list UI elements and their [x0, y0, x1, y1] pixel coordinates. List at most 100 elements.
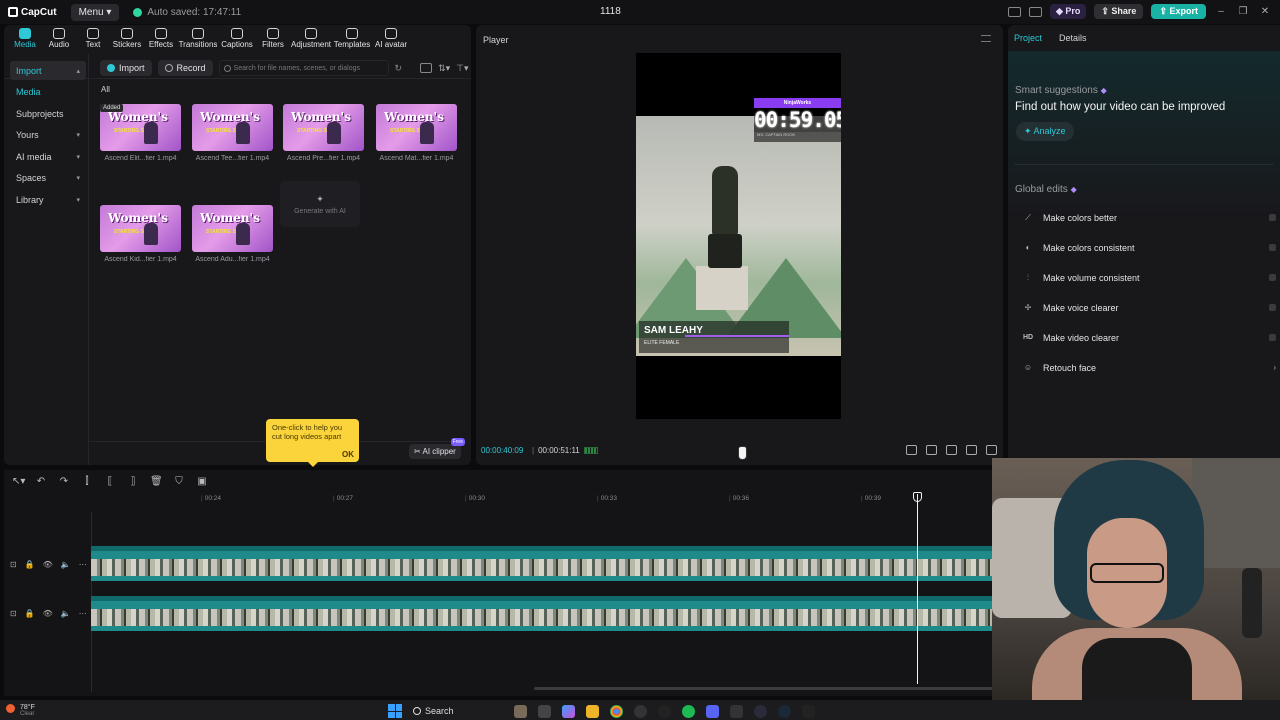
weather-widget[interactable]: 78°F Clear: [6, 704, 35, 718]
trim-right-icon[interactable]: ⟧: [127, 476, 139, 487]
maximize-icon[interactable]: ❐: [1236, 6, 1250, 17]
sidebar-item-import[interactable]: Import ▴: [10, 61, 86, 80]
record-button[interactable]: Record: [157, 60, 213, 76]
share-button[interactable]: ⇪ Share: [1094, 4, 1144, 19]
select-tool-icon[interactable]: ↖▾: [12, 476, 25, 487]
tab-ai-avatar[interactable]: AI avatar: [372, 28, 410, 53]
file-explorer-icon[interactable]: [586, 704, 599, 718]
media-thumb[interactable]: Women's STARTING SOON Ascend Pre...fier 1…: [283, 104, 364, 162]
quality-icon[interactable]: [926, 445, 937, 455]
eye-icon[interactable]: 👁: [43, 560, 53, 569]
tab-templates[interactable]: Templates: [332, 28, 372, 53]
edit-toggle[interactable]: [1269, 244, 1276, 251]
app-icon[interactable]: [730, 704, 743, 718]
edit-make-colors-better[interactable]: ⟋ Make colors better: [1018, 203, 1276, 233]
delete-icon[interactable]: 🗑: [150, 476, 163, 487]
tab-project[interactable]: Project: [1014, 33, 1042, 43]
edit-toggle[interactable]: [1269, 304, 1276, 311]
filter-all-label[interactable]: All: [101, 85, 110, 94]
video-preview[interactable]: NinjaWorks 00:59.05 MS. CAPTAIN ROOK SAM…: [636, 53, 841, 419]
tab-effects[interactable]: Effects: [144, 28, 178, 53]
edit-toggle[interactable]: [1269, 214, 1276, 221]
analyze-button[interactable]: ✦ Analyze: [1016, 122, 1074, 141]
sidebar-item-spaces[interactable]: Spaces ▾: [10, 169, 86, 188]
import-button[interactable]: Import: [100, 60, 152, 76]
freeze-icon[interactable]: ▣: [196, 476, 208, 487]
ratio-icon[interactable]: [966, 445, 977, 455]
project-title[interactable]: 1118: [600, 6, 621, 17]
media-thumb[interactable]: Women's STARTING SOON Ascend Mat...fier 1…: [376, 104, 457, 162]
search-input[interactable]: Search for file names, scenes, or dialog…: [218, 60, 389, 76]
media-thumb[interactable]: Women's STARTING SOON Ascend Kid...fier 1…: [100, 205, 181, 263]
discord-icon[interactable]: [706, 704, 719, 718]
sidebar-item-media[interactable]: Media: [10, 83, 86, 102]
tab-filters[interactable]: Filters: [256, 28, 290, 53]
crop-icon[interactable]: [906, 445, 917, 455]
sort-icon[interactable]: ⇅▾: [438, 63, 450, 74]
steam-icon[interactable]: [778, 704, 791, 718]
pro-button[interactable]: ◆ Pro: [1049, 4, 1087, 19]
edit-make-video-clearer[interactable]: HD Make video clearer: [1018, 323, 1276, 353]
edit-make-voice-clearer[interactable]: ✢ Make voice clearer: [1018, 293, 1276, 323]
lock-icon[interactable]: 🔒: [25, 609, 35, 618]
chrome-icon[interactable]: [610, 704, 623, 718]
tab-details[interactable]: Details: [1059, 33, 1087, 43]
menu-button[interactable]: Menu ▾: [70, 3, 120, 21]
app-icon[interactable]: [634, 704, 647, 718]
capcut-taskbar-icon[interactable]: [658, 704, 671, 718]
refresh-icon[interactable]: ↻: [395, 63, 403, 74]
sidebar-item-library[interactable]: Library ▾: [10, 190, 86, 209]
video-track-clip[interactable]: [91, 596, 992, 631]
undo-icon[interactable]: ↶: [35, 476, 47, 487]
capcut-app-icon[interactable]: [802, 704, 815, 718]
tab-text[interactable]: Text: [76, 28, 110, 53]
sidebar-item-yours[interactable]: Yours ▾: [10, 126, 86, 145]
split-icon[interactable]: ⫿: [81, 476, 93, 487]
media-thumb[interactable]: Women's STARTING SOON Added Ascend Elit..…: [100, 104, 181, 162]
generate-with-ai-button[interactable]: ✦ Generate with AI: [280, 181, 360, 227]
trim-left-icon[interactable]: ⟦: [104, 476, 116, 487]
edit-retouch-face[interactable]: ☺ Retouch face ›: [1018, 353, 1276, 383]
windows-start-icon[interactable]: [388, 704, 402, 718]
copilot-icon[interactable]: [562, 704, 575, 718]
more-icon[interactable]: ⋯: [79, 609, 87, 618]
obs-icon[interactable]: [754, 704, 767, 718]
cover-icon[interactable]: ⊡: [10, 560, 17, 569]
edit-make-colors-consistent[interactable]: ◐ Make colors consistent: [1018, 233, 1276, 263]
mute-icon[interactable]: 🔈: [61, 560, 71, 569]
cover-icon[interactable]: ⊡: [10, 609, 17, 618]
tab-adjustment[interactable]: Adjustment: [290, 28, 332, 53]
marker-icon[interactable]: ⛉: [173, 476, 185, 487]
tab-media[interactable]: Media: [8, 28, 42, 53]
lock-icon[interactable]: 🔒: [25, 560, 35, 569]
layout-icon[interactable]: [1007, 6, 1021, 17]
widgets-icon[interactable]: [514, 704, 527, 718]
video-track-clip[interactable]: [91, 546, 992, 581]
export-button[interactable]: ⇪ Export: [1151, 4, 1206, 19]
media-thumb[interactable]: Women's STARTING SOON Ascend Adu...fier 1…: [192, 205, 273, 263]
player-menu-icon[interactable]: [981, 35, 991, 42]
fullscreen-icon[interactable]: [986, 445, 997, 455]
task-view-icon[interactable]: [538, 704, 551, 718]
time-ruler[interactable]: 00:24 00:27 00:30 00:33 00:36 00:39: [91, 492, 991, 506]
timeline-scrollbar[interactable]: [534, 687, 994, 690]
eye-icon[interactable]: 👁: [43, 609, 53, 618]
tab-stickers[interactable]: Stickers: [110, 28, 144, 53]
speaker-icon[interactable]: 🔈: [61, 609, 71, 618]
playhead[interactable]: [917, 494, 918, 684]
redo-icon[interactable]: ↷: [58, 476, 70, 487]
tab-captions[interactable]: Captions: [218, 28, 256, 53]
edit-toggle[interactable]: [1269, 274, 1276, 281]
sidebar-item-subprojects[interactable]: Subprojects: [10, 104, 86, 123]
filter-icon[interactable]: ⊤▾: [456, 63, 468, 74]
tab-transitions[interactable]: Transitions: [178, 28, 218, 53]
minimize-icon[interactable]: –: [1214, 6, 1228, 17]
edit-toggle[interactable]: [1269, 334, 1276, 341]
tab-audio[interactable]: Audio: [42, 28, 76, 53]
taskbar-search[interactable]: Search: [413, 706, 503, 716]
zoom-icon[interactable]: [946, 445, 957, 455]
close-icon[interactable]: ✕: [1258, 6, 1272, 17]
grid-view-icon[interactable]: [420, 63, 433, 73]
spotify-icon[interactable]: [682, 704, 695, 718]
tooltip-ok-button[interactable]: OK: [342, 450, 354, 459]
